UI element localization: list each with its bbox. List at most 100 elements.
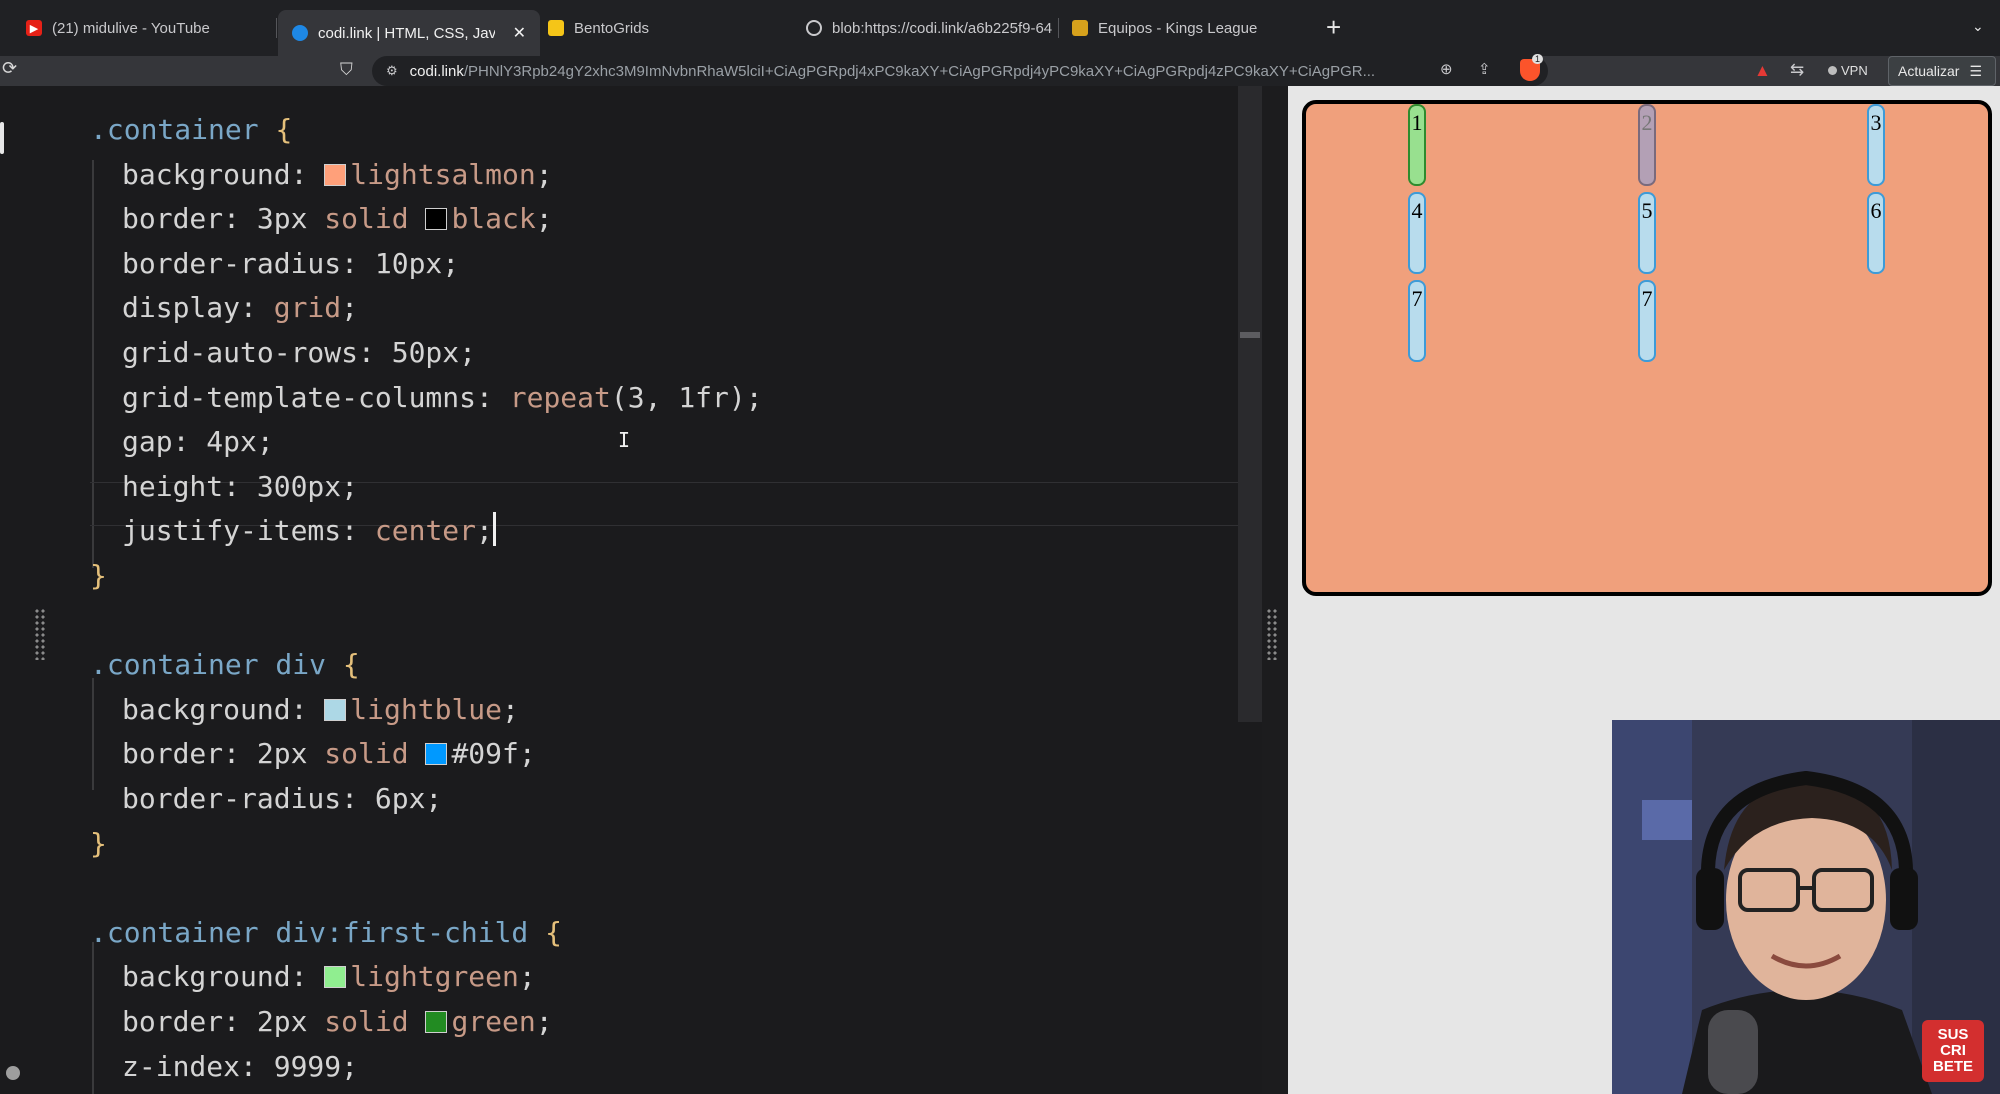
color-swatch-icon[interactable] xyxy=(425,208,448,231)
tab-title: blob:https://codi.link/a6b225f9-64 xyxy=(832,19,1053,37)
code-line[interactable]: justify-items: center; xyxy=(90,509,496,553)
reload-icon[interactable]: ⟳ xyxy=(2,58,17,79)
code-token: ; xyxy=(535,202,553,236)
vpn-button[interactable]: VPN xyxy=(1828,63,1868,78)
code-token: ; xyxy=(518,960,536,994)
panel-resize-handle[interactable] xyxy=(1266,608,1278,660)
code-token: z-index: 9999; xyxy=(122,1049,359,1083)
bookmark-icon[interactable]: ⛉ xyxy=(340,60,353,80)
code-line[interactable]: border: 2px solid #09f; xyxy=(90,732,536,776)
code-token: { xyxy=(342,648,360,682)
code-line[interactable]: grid-auto-rows: 50px; xyxy=(90,331,476,375)
sync-icon[interactable]: ⇆ xyxy=(1790,60,1804,80)
code-line[interactable]: height: 300px; xyxy=(90,465,358,509)
grid-item-5: 5 xyxy=(1638,192,1656,274)
code-line[interactable]: .container { xyxy=(90,108,292,152)
zoom-icon[interactable]: ⊕ xyxy=(1440,60,1453,78)
code-line[interactable]: border: 2px solid green; xyxy=(90,1000,553,1044)
share-icon[interactable]: ⇪ xyxy=(1478,60,1491,78)
text-caret xyxy=(492,512,496,547)
code-line[interactable]: background: lightblue; xyxy=(90,688,519,732)
code-line[interactable]: .container div { xyxy=(90,643,360,687)
shields-count-badge: 1 xyxy=(1532,54,1544,64)
gutter-active-marker xyxy=(0,122,4,154)
url-bar[interactable]: ⚙ codi.link /PHNlY3Rpb24gY2xhc3M9ImNvbnR… xyxy=(372,56,1548,86)
editor-resize-handle[interactable] xyxy=(34,608,46,660)
codi-icon xyxy=(292,25,308,41)
code-line[interactable]: display: grid; xyxy=(90,286,358,330)
code-line[interactable]: } xyxy=(90,554,107,598)
tab-codi-link[interactable]: codi.link | HTML, CSS, JavaScr ✕ xyxy=(278,10,540,56)
code-line[interactable]: z-index: 9999; xyxy=(90,1045,358,1089)
code-line[interactable]: .container div:first-child { xyxy=(90,911,562,955)
code-line[interactable]: border-radius: 10px; xyxy=(90,242,459,286)
tab-title: (21) midulive - YouTube xyxy=(52,19,210,37)
url-path: /PHNlY3Rpb24gY2xhc3M9ImNvbnRhaW5lciI+CiA… xyxy=(463,62,1376,80)
tab-kings-league[interactable]: Equipos - Kings League xyxy=(1058,10,1298,46)
code-token: #09f; xyxy=(451,737,536,771)
grid-item-3: 3 xyxy=(1867,104,1885,186)
code-token: gap: 4px; xyxy=(122,425,274,459)
code-token: solid xyxy=(324,1005,426,1038)
color-swatch-icon[interactable] xyxy=(425,1011,448,1033)
youtube-icon: ▶ xyxy=(26,20,42,36)
code-token: background: xyxy=(122,692,325,726)
grid-item-4: 4 xyxy=(1408,192,1426,274)
grid-container: 1 2 3 4 5 6 7 7 xyxy=(1302,100,1992,596)
site-info-icon[interactable]: ⚙ xyxy=(386,63,398,79)
code-token: border: 2px xyxy=(122,1005,325,1038)
new-tab-button[interactable]: + xyxy=(1326,12,1341,43)
code-token: lightsalmon xyxy=(350,157,536,191)
code-token: ; xyxy=(341,291,359,325)
code-token: .container div xyxy=(90,648,343,682)
tab-title: Equipos - Kings League xyxy=(1098,19,1258,37)
code-token: grid xyxy=(273,291,342,325)
code-line[interactable]: border: 3px solid black; xyxy=(90,197,553,241)
subscribe-badge: SUS CRI BETE xyxy=(1922,1020,1984,1082)
tab-list-chevron-icon[interactable]: ⌄ xyxy=(1972,18,1984,35)
tab-youtube[interactable]: ▶ (21) midulive - YouTube xyxy=(12,10,274,46)
code-line[interactable]: gap: 4px; xyxy=(90,420,274,464)
menu-icon: ☰ xyxy=(1969,62,1983,79)
tab-bentogrids[interactable]: BentoGrids xyxy=(534,10,784,46)
code-token: solid xyxy=(324,202,426,236)
close-tab-icon[interactable]: ✕ xyxy=(513,23,526,43)
code-token: ; xyxy=(476,514,493,548)
editor-scrollbar[interactable] xyxy=(1238,86,1262,722)
code-line[interactable]: background: lightsalmon; xyxy=(90,153,553,197)
grid-item-7: 7 xyxy=(1408,280,1426,362)
subscribe-line: CRI xyxy=(1940,1042,1966,1059)
grid-item-2: 2 xyxy=(1638,104,1656,186)
code-token: } xyxy=(90,826,107,860)
css-editor[interactable]: .container {background: lightsalmon; bord… xyxy=(0,86,1262,1094)
code-token: .container div:first-child xyxy=(90,915,546,949)
code-token: green xyxy=(451,1005,536,1038)
color-swatch-icon[interactable] xyxy=(324,698,347,721)
code-line[interactable]: border-radius: 6px; xyxy=(90,777,442,821)
browser-tab-bar: ▶ (21) midulive - YouTube codi.link | HT… xyxy=(0,0,2000,56)
update-button[interactable]: Actualizar ☰ xyxy=(1888,56,1996,86)
update-label: Actualizar xyxy=(1898,63,1960,79)
editor-scrollbar-thumb[interactable] xyxy=(1240,332,1260,338)
code-token: border-radius: 6px; xyxy=(122,782,443,815)
code-token: border-radius: 10px; xyxy=(122,246,460,280)
code-line[interactable]: background: lightgreen; xyxy=(90,955,536,999)
code-token: black xyxy=(451,202,536,236)
code-token: display: xyxy=(122,291,274,325)
tab-blob[interactable]: blob:https://codi.link/a6b225f9-64 xyxy=(792,10,1058,46)
bento-icon xyxy=(548,20,564,36)
code-line[interactable]: } xyxy=(90,822,107,866)
code-token: ; xyxy=(535,1005,553,1038)
code-token: ; xyxy=(502,692,519,726)
code-token: border: 2px xyxy=(122,737,325,771)
code-token: { xyxy=(545,915,563,949)
color-swatch-icon[interactable] xyxy=(425,743,448,766)
editor-gutter xyxy=(0,86,45,1094)
warning-icon[interactable]: ▲ xyxy=(1754,61,1771,81)
code-token: lightgreen xyxy=(350,960,519,994)
color-swatch-icon[interactable] xyxy=(324,966,347,989)
code-token: border: 3px xyxy=(122,202,325,236)
code-line[interactable]: grid-template-columns: repeat(3, 1fr); xyxy=(90,376,763,420)
code-token: ; xyxy=(535,157,553,191)
color-swatch-icon[interactable] xyxy=(324,163,347,186)
